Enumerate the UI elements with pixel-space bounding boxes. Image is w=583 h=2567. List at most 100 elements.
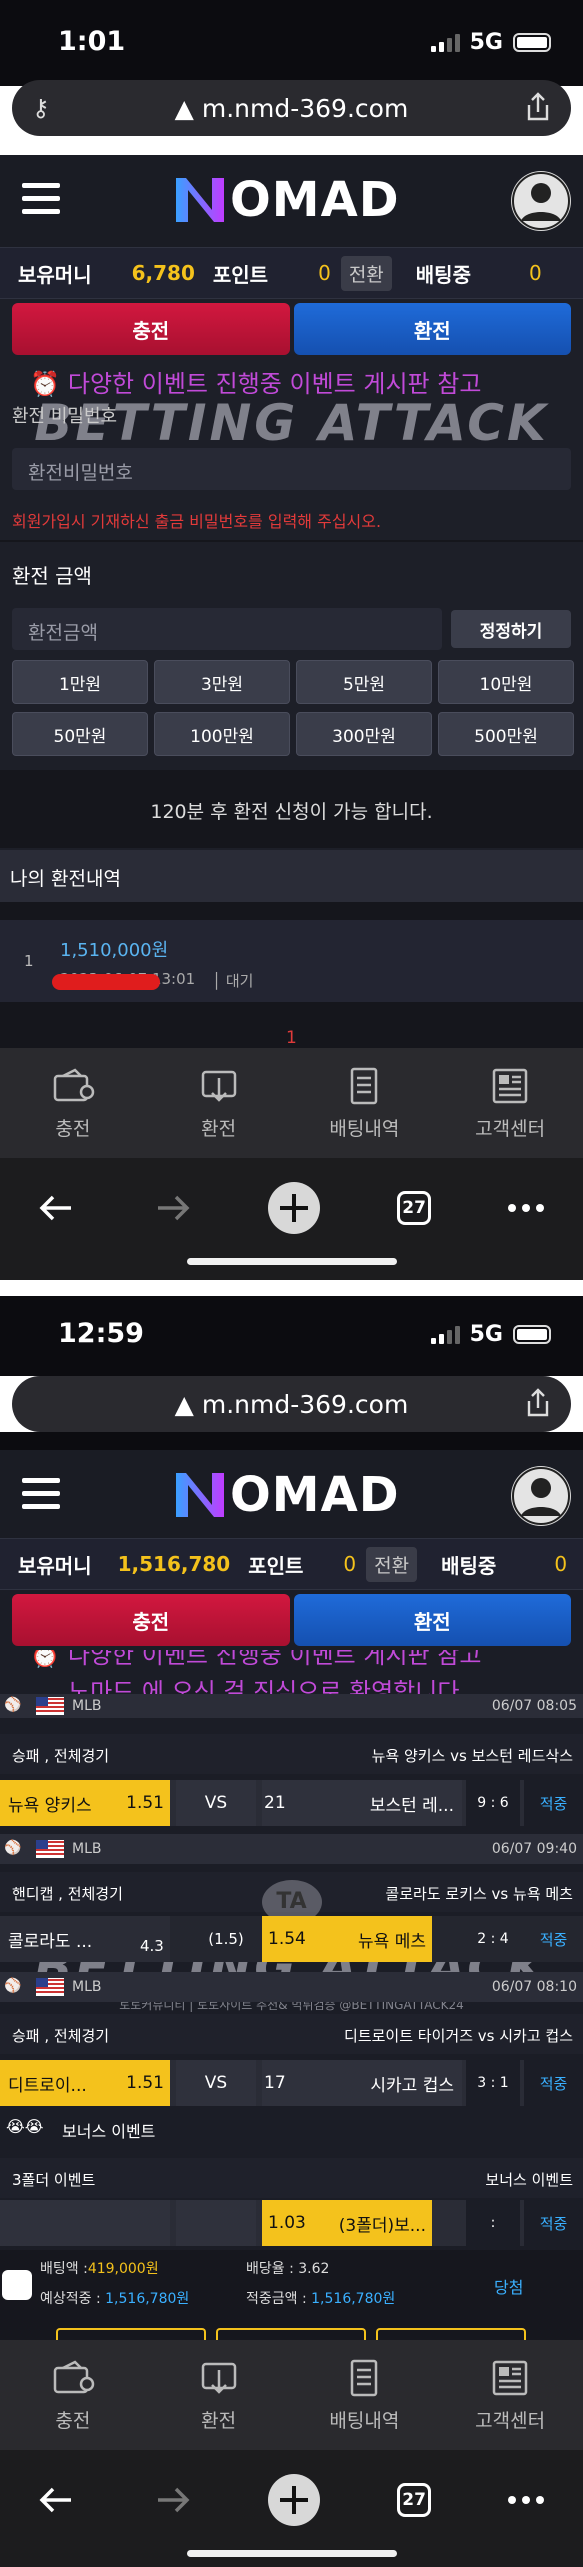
forward-icon[interactable] <box>152 2482 192 2518</box>
bet-result: 적중 <box>539 1930 568 1949</box>
bet-summary: 배팅액 :419,000원 배당율 : 3.62 예상적중 : 1,516,78… <box>0 2250 583 2316</box>
download-icon <box>201 2362 236 2394</box>
menu-icon[interactable] <box>22 183 60 217</box>
document-icon <box>351 2359 378 2396</box>
network-label: 5G <box>469 1322 503 1347</box>
status-bar: 1:01 5G <box>0 0 583 86</box>
newspaper-icon <box>492 2360 528 2395</box>
separator <box>0 1280 583 1296</box>
alarm-icon: ⏰ <box>30 370 60 398</box>
new-tab-icon[interactable] <box>266 2472 322 2528</box>
tab-count-button[interactable]: 27 <box>397 2483 432 2517</box>
nav-charge[interactable]: 충전 <box>0 2340 146 2450</box>
balance-bar-2: 보유머니 1,516,780 포인트 0 전환 배팅중 0 <box>0 1538 583 1590</box>
site-header-2: OMAD <box>0 1450 583 1542</box>
avatar[interactable] <box>511 1466 571 1526</box>
bet-pick-home[interactable]: 뉴욕 양키스 1.51 <box>0 1780 170 1826</box>
select-checkbox[interactable] <box>2 2270 32 2300</box>
nav-bet-history[interactable]: 배팅내역 <box>292 1048 438 1158</box>
history-status: │ 대기 <box>212 972 254 990</box>
amount-button[interactable]: 3만원 <box>154 660 290 704</box>
holding-value: 1,516,780 <box>117 1552 231 1576</box>
nav-exchange[interactable]: 환전 <box>146 1048 292 1158</box>
back-icon[interactable] <box>37 1190 77 1226</box>
action-button[interactable] <box>216 2328 366 2340</box>
us-flag-icon <box>36 1840 64 1858</box>
bet-pick-away[interactable]: 17 시카고 컵스 <box>262 2060 462 2106</box>
bet-row: 뉴욕 양키스 1.51 VS 21 보스턴 레... 9 : 6 적중 <box>0 1780 583 1826</box>
bonus-subheader: 3폴더 이벤트 보너스 이벤트 <box>0 2158 583 2198</box>
amount-button[interactable]: 50만원 <box>12 712 148 756</box>
nav-exchange[interactable]: 환전 <box>146 2340 292 2450</box>
share-icon[interactable] <box>523 91 553 123</box>
action-button[interactable] <box>376 2328 526 2340</box>
us-flag-icon <box>36 1978 64 1996</box>
site-logo[interactable]: OMAD <box>172 1467 412 1523</box>
nav-bet-history[interactable]: 배팅내역 <box>292 2340 438 2450</box>
document-icon <box>351 1067 378 1104</box>
wallet-icon <box>53 1067 95 1101</box>
tab-exchange[interactable]: 환전 <box>293 303 571 355</box>
menu-icon[interactable] <box>22 1478 60 1512</box>
baseball-icon: ⚾ <box>4 1697 22 1713</box>
amount-button[interactable]: 500만원 <box>438 712 574 756</box>
address-bar-2[interactable]: ▲ m.nmd-369.com <box>12 1376 571 1432</box>
bet-pick-home[interactable]: 디트로이... 1.51 <box>0 2060 170 2106</box>
password-field[interactable]: 환전비밀번호 <box>12 448 571 490</box>
bet-header: ⚾ MLB 06/07 08:05 <box>0 1694 583 1718</box>
status-time: 1:01 <box>58 26 126 57</box>
home-indicator <box>187 1258 397 1265</box>
address-bar[interactable]: ⚷ ▲ m.nmd-369.com <box>12 80 571 136</box>
history-row[interactable]: 1 1,510,000원 2023-06-07 13:01 │ 대기 <box>0 920 583 1002</box>
more-icon[interactable] <box>506 1202 546 1214</box>
site-logo[interactable]: OMAD <box>172 172 412 228</box>
balance-bar: 보유머니 6,780 포인트 0 전환 배팅중 0 <box>0 247 583 299</box>
share-icon[interactable] <box>523 1387 553 1419</box>
more-icon[interactable] <box>506 2494 546 2506</box>
nav-charge[interactable]: 충전 <box>0 1048 146 1158</box>
amount-button[interactable]: 1만원 <box>12 660 148 704</box>
bet-row: 콜로라도 ... 4.3 (1.5) 1.54 뉴욕 메츠 2 : 4 적중 <box>0 1916 583 1962</box>
back-icon[interactable] <box>37 2482 77 2518</box>
amount-button[interactable]: 10만원 <box>438 660 574 704</box>
new-tab-icon[interactable] <box>266 1180 322 1236</box>
avatar[interactable] <box>511 171 571 231</box>
tab-charge[interactable]: 충전 <box>12 303 290 355</box>
amount-button[interactable]: 300만원 <box>296 712 432 756</box>
status-icons: 5G <box>430 30 551 55</box>
tab-exchange[interactable]: 환전 <box>293 1594 571 1646</box>
pagination-band: 1 <box>0 1002 583 1048</box>
nav-support[interactable]: 고객센터 <box>437 1048 583 1158</box>
history-title: 나의 환전내역 <box>0 850 583 902</box>
notice-marquee: ⏰ 다양한 이벤트 진행중 이벤트 게시판 참고 <box>30 370 482 398</box>
convert-button[interactable]: 전환 <box>340 255 392 291</box>
win-amount: 적중금액 : 1,516,780원 <box>246 2291 396 2307</box>
bonus-empty <box>0 2200 170 2246</box>
expected-win: 예상적중 : 1,516,780원 <box>40 2291 190 2307</box>
nav-support[interactable]: 고객센터 <box>437 2340 583 2450</box>
bet-mid: VS <box>176 2060 256 2106</box>
bonus-result: 적중 <box>524 2200 583 2246</box>
baseball-icon: ⚾ <box>4 1978 22 1994</box>
page-number[interactable]: 1 <box>286 1028 297 1048</box>
bottom-nav-2: 충전 환전 배팅내역 고객센터 <box>0 2340 583 2450</box>
reset-button[interactable]: 정정하기 <box>451 610 571 648</box>
us-flag-icon <box>36 1697 64 1715</box>
bonus-pick[interactable]: 1.03 (3폴더)보... <box>262 2200 432 2246</box>
status-time: 12:59 <box>58 1318 144 1349</box>
bonus-score: : <box>466 2200 520 2246</box>
bet-pick-away[interactable]: 21 보스턴 레... <box>262 1780 462 1826</box>
amount-button[interactable]: 100만원 <box>154 712 290 756</box>
action-button[interactable] <box>56 2328 206 2340</box>
tab-charge[interactable]: 충전 <box>12 1594 290 1646</box>
amount-field[interactable]: 환전금액 <box>12 608 442 650</box>
tab-count-button[interactable]: 27 <box>397 1191 432 1225</box>
amount-button[interactable]: 5만원 <box>296 660 432 704</box>
forward-icon[interactable] <box>152 1190 192 1226</box>
url-text[interactable]: ▲ m.nmd-369.com <box>12 1390 571 1419</box>
convert-button[interactable]: 전환 <box>366 1546 418 1582</box>
bonus-empty <box>176 2200 256 2246</box>
bet-pick-away[interactable]: 1.54 뉴욕 메츠 <box>262 1916 432 1962</box>
history-amount: 1,510,000원 <box>60 940 169 961</box>
url-text[interactable]: ▲ m.nmd-369.com <box>12 94 571 123</box>
